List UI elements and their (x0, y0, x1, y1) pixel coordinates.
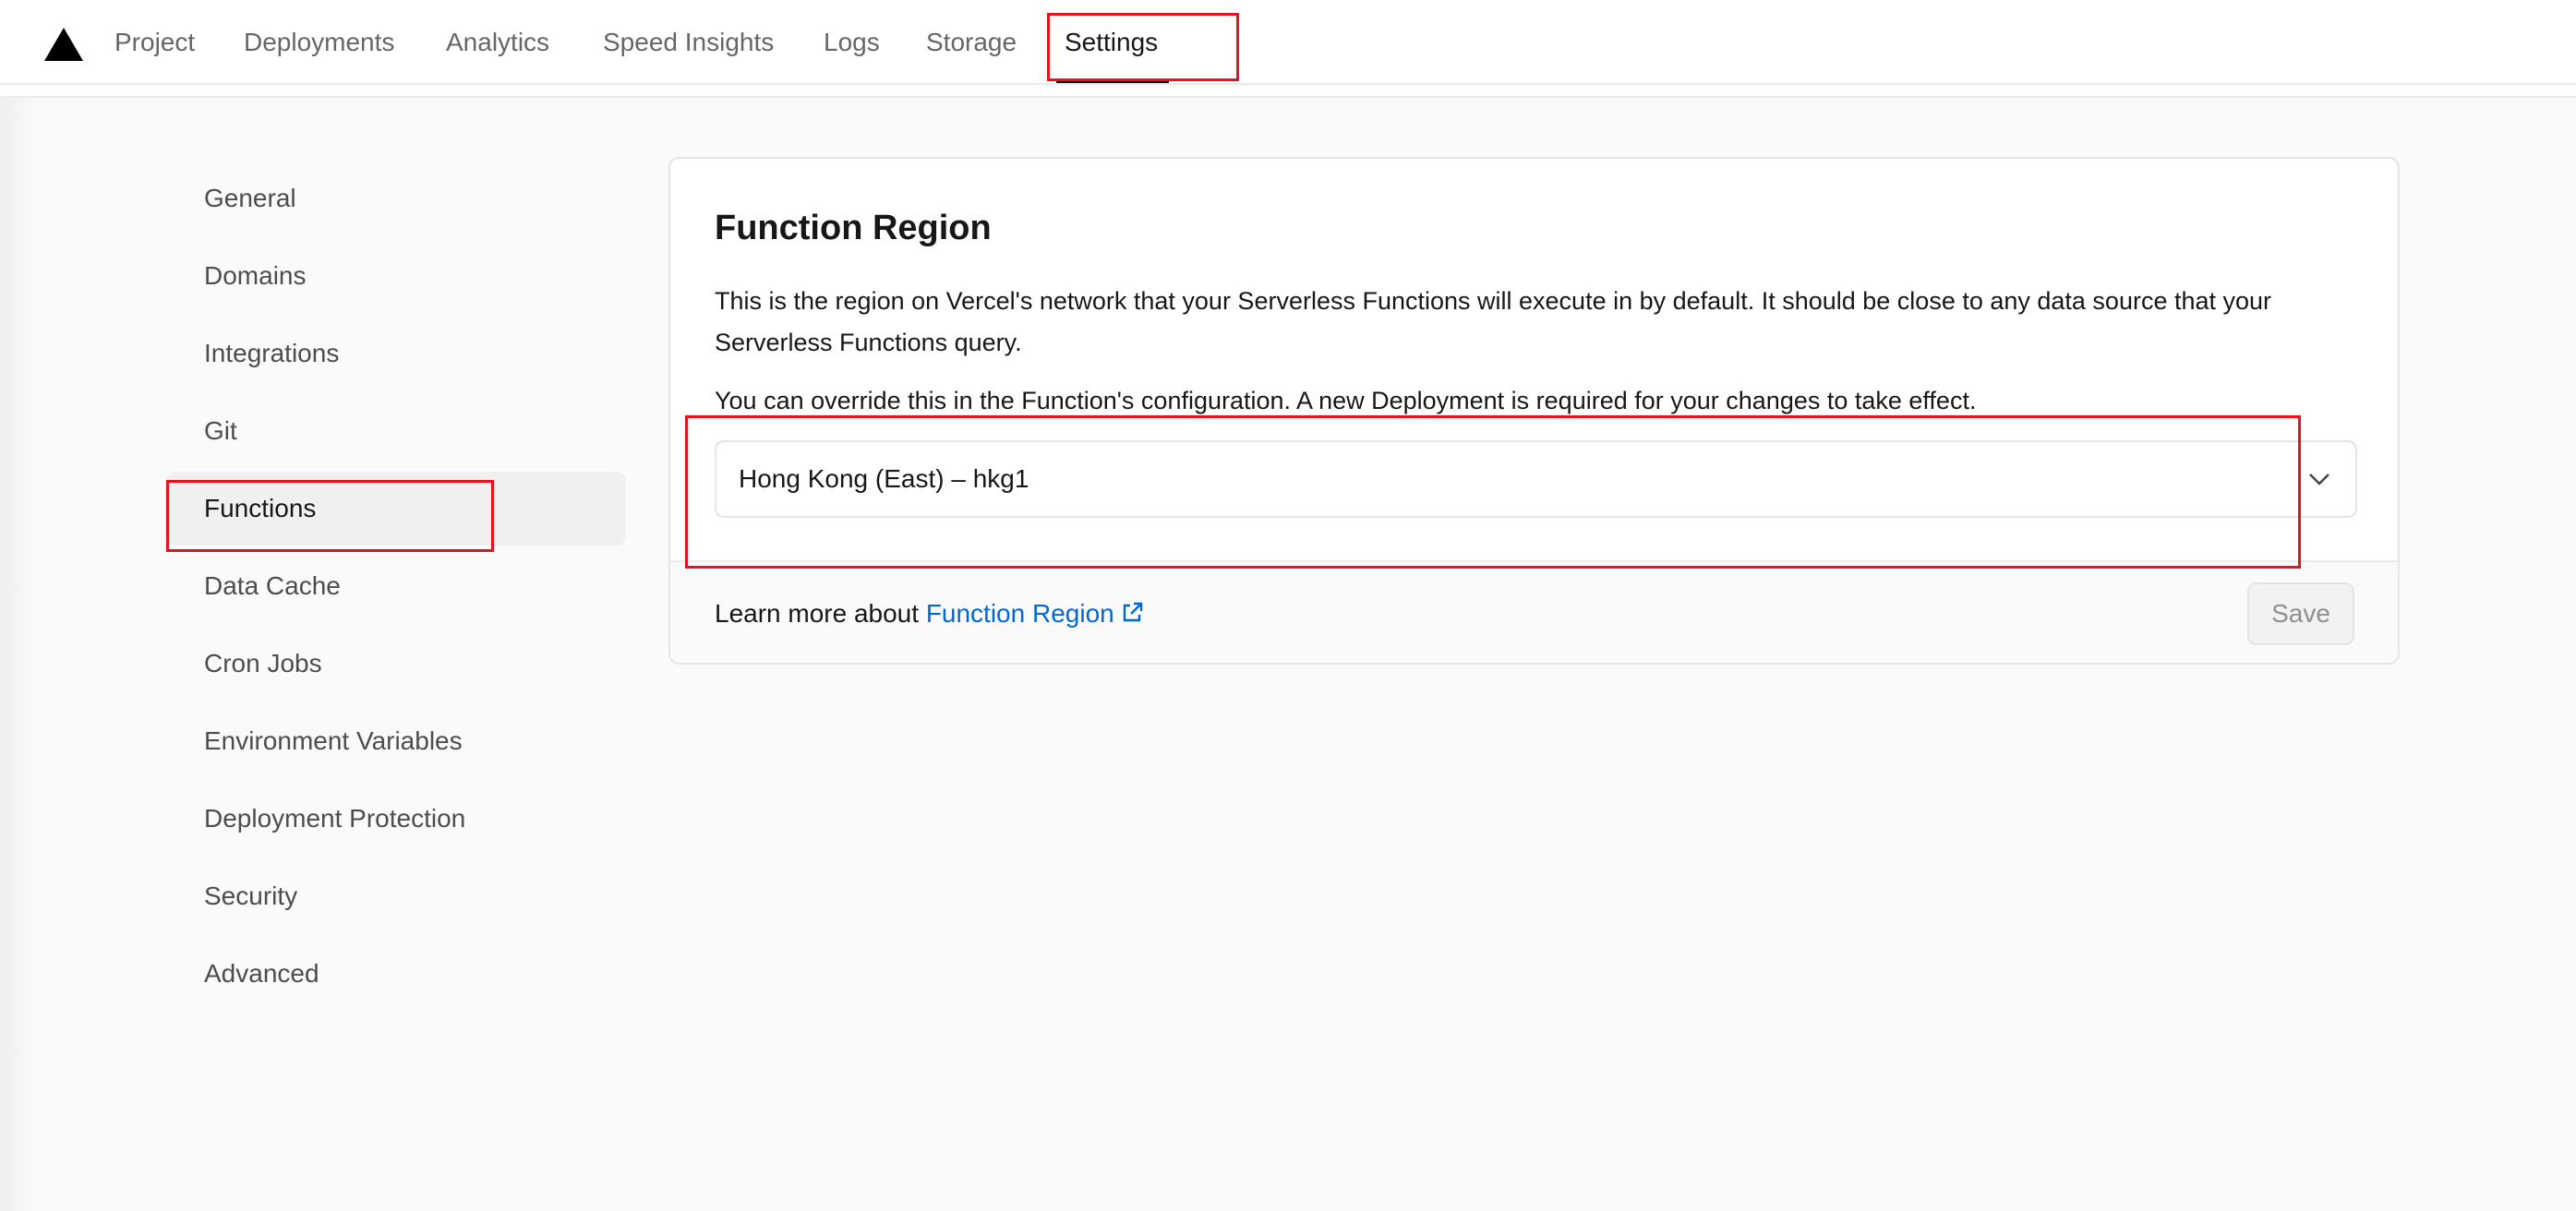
sidebar-item-cron-jobs[interactable]: Cron Jobs (166, 627, 626, 701)
tab-settings[interactable]: Settings (1065, 24, 1158, 61)
sidebar-item-security[interactable]: Security (166, 859, 626, 933)
sidebar-item-functions[interactable]: Functions (166, 472, 626, 546)
sidebar-item-domains[interactable]: Domains (166, 239, 626, 313)
sidebar-item-git[interactable]: Git (166, 394, 626, 468)
card-description: This is the region on Vercel's network t… (715, 287, 2272, 356)
sidebar-item-advanced[interactable]: Advanced (166, 937, 626, 1011)
region-select-value: Hong Kong (East) – hkg1 (739, 464, 1029, 493)
sidebar-item-data-cache[interactable]: Data Cache (166, 549, 626, 623)
external-link-icon[interactable] (1120, 601, 1144, 625)
active-tab-indicator (1056, 79, 1169, 83)
sidebar-item-integrations[interactable]: Integrations (166, 317, 626, 390)
chevron-down-icon (2309, 474, 2329, 486)
function-region-card: Function Region This is the region on Ve… (668, 157, 2400, 665)
vercel-triangle-icon[interactable] (44, 28, 83, 61)
left-edge-shade (0, 98, 37, 1211)
region-select[interactable]: Hong Kong (East) – hkg1 (715, 440, 2357, 518)
tab-deployments[interactable]: Deployments (244, 24, 394, 61)
tab-speed-insights[interactable]: Speed Insights (603, 24, 774, 61)
function-region-link[interactable]: Function Region (926, 599, 1144, 628)
tab-project[interactable]: Project (114, 24, 195, 61)
learn-more-label: Learn more about (715, 599, 926, 628)
card-title: Function Region (715, 209, 992, 247)
top-navigation-bar: Project Deployments Analytics Speed Insi… (0, 0, 2576, 85)
learn-more-text: Learn more about Function Region (715, 595, 1144, 632)
sidebar-item-deployment-protection[interactable]: Deployment Protection (166, 782, 626, 856)
sidebar-item-general[interactable]: General (166, 162, 626, 235)
card-note: You can override this in the Function's … (715, 387, 1977, 414)
function-region-link-label[interactable]: Function Region (926, 599, 1114, 628)
save-button[interactable]: Save (2247, 582, 2354, 645)
tab-storage[interactable]: Storage (926, 24, 1017, 61)
header-divider (0, 87, 2576, 98)
sidebar-item-environment-variables[interactable]: Environment Variables (166, 704, 626, 778)
tab-logs[interactable]: Logs (824, 24, 880, 61)
tab-analytics[interactable]: Analytics (446, 24, 549, 61)
card-footer: Learn more about Function Region Save (670, 560, 2398, 663)
